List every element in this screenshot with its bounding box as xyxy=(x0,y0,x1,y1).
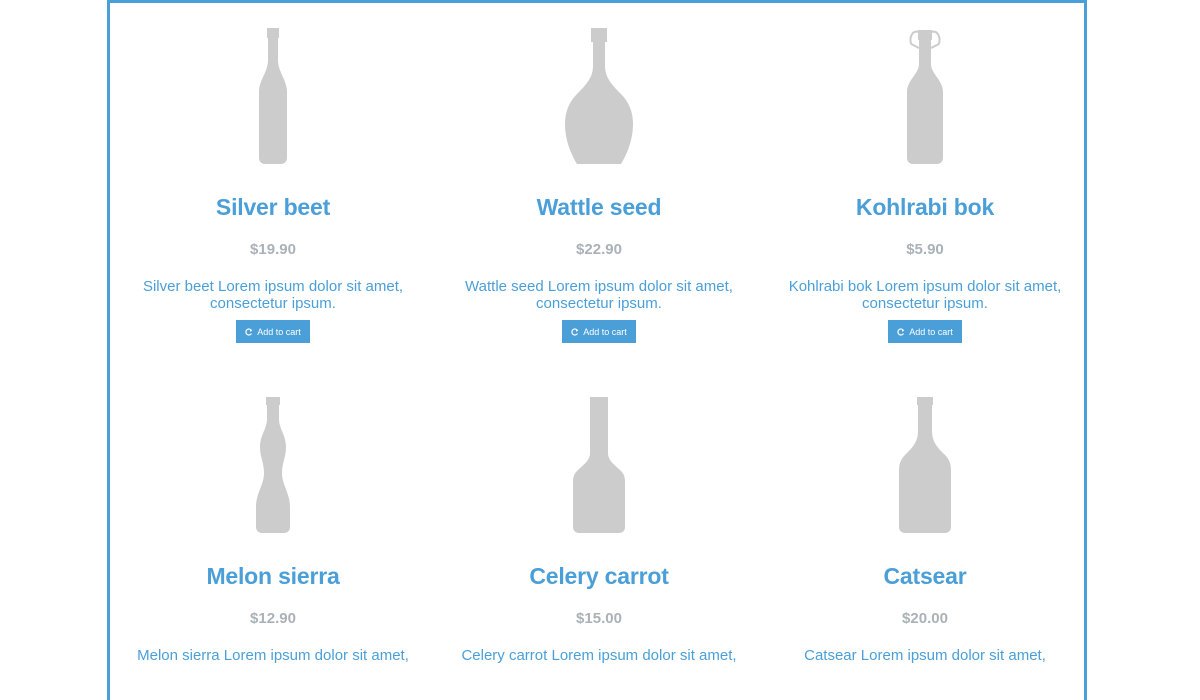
rum-bottle-icon xyxy=(899,397,951,533)
swingtop-bottle-icon xyxy=(907,30,943,164)
wine-bottle-icon xyxy=(259,28,287,164)
product-title[interactable]: Celery carrot xyxy=(436,563,762,590)
soda-bottle-icon xyxy=(256,397,290,533)
refresh-icon xyxy=(897,327,905,336)
add-to-cart-label: Add to cart xyxy=(257,326,301,337)
product-price: $19.90 xyxy=(250,241,296,258)
product-description: Wattle seed Lorem ipsum dolor sit amet, … xyxy=(465,278,733,312)
product-price: $12.90 xyxy=(250,610,296,627)
product-title[interactable]: Melon sierra xyxy=(110,563,436,590)
add-to-cart-button[interactable]: Add to cart xyxy=(562,320,636,343)
product-title[interactable]: Wattle seed xyxy=(436,194,762,221)
product-price: $22.90 xyxy=(576,241,622,258)
product-price: $15.00 xyxy=(576,610,622,627)
refresh-icon xyxy=(571,327,579,336)
product-description: Catsear Lorem ipsum dolor sit amet, xyxy=(804,647,1046,664)
product-card: Wattle seed $22.90 Wattle seed Lorem ips… xyxy=(436,28,762,343)
product-card: Kohlrabi bok $5.90 Kohlrabi bok Lorem ip… xyxy=(762,28,1088,343)
product-card: Celery carrot $15.00 Celery carrot Lorem… xyxy=(436,397,762,664)
product-description: Silver beet Lorem ipsum dolor sit amet, … xyxy=(142,278,404,312)
product-card: Catsear $20.00 Catsear Lorem ipsum dolor… xyxy=(762,397,1088,664)
add-to-cart-label: Add to cart xyxy=(583,326,627,337)
product-description: Celery carrot Lorem ipsum dolor sit amet… xyxy=(461,647,737,664)
product-description: Melon sierra Lorem ipsum dolor sit amet, xyxy=(137,647,409,664)
product-price: $5.90 xyxy=(906,241,944,258)
liquor-bottle-icon xyxy=(573,397,625,533)
add-to-cart-button[interactable]: Add to cart xyxy=(888,320,962,343)
product-title[interactable]: Silver beet xyxy=(110,194,436,221)
product-title[interactable]: Kohlrabi bok xyxy=(762,194,1088,221)
product-price: $20.00 xyxy=(902,610,948,627)
product-card: Silver beet $19.90 Silver beet Lorem ips… xyxy=(110,28,436,343)
product-title[interactable]: Catsear xyxy=(762,563,1088,590)
add-to-cart-button[interactable]: Add to cart xyxy=(236,320,310,343)
product-card: Melon sierra $12.90 Melon sierra Lorem i… xyxy=(110,397,436,664)
product-description: Kohlrabi bok Lorem ipsum dolor sit amet,… xyxy=(788,278,1062,312)
whisky-bottle-icon xyxy=(565,28,633,164)
add-to-cart-label: Add to cart xyxy=(909,326,953,337)
refresh-icon xyxy=(245,327,253,336)
